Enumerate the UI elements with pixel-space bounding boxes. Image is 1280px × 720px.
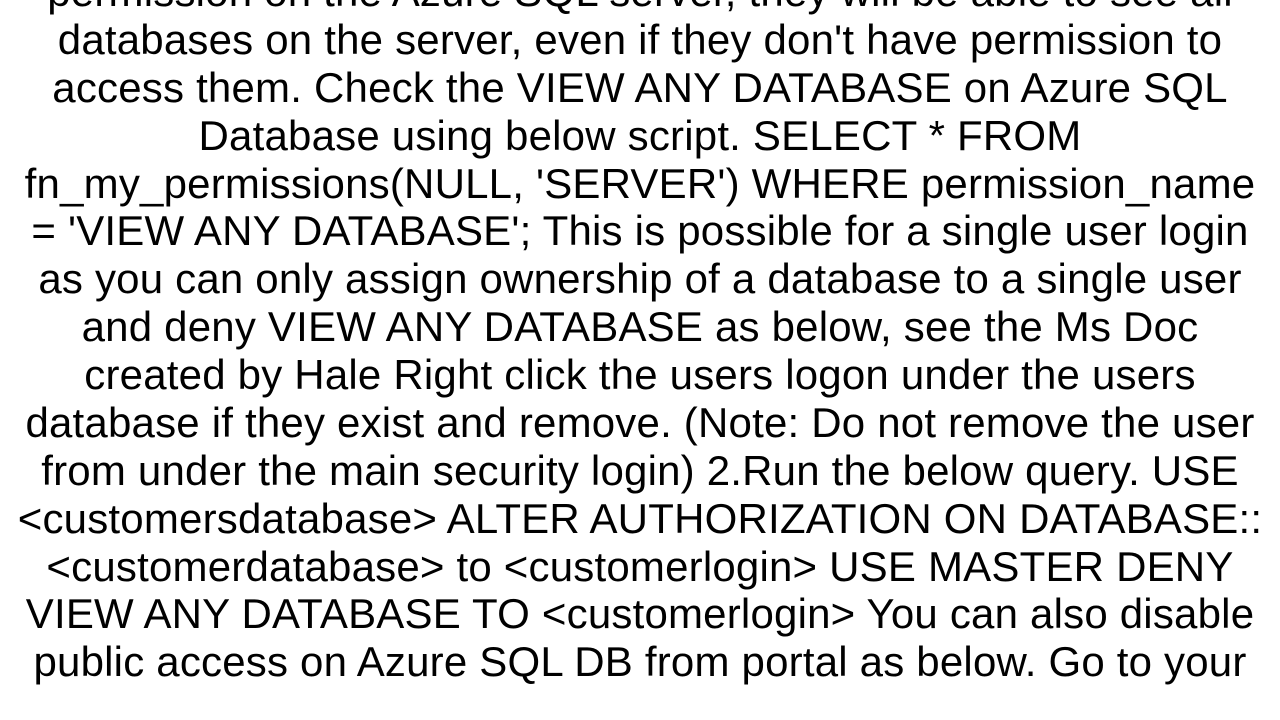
- document-body-text: permission on the Azure SQL server, they…: [8, 0, 1272, 686]
- document-page: permission on the Azure SQL server, they…: [0, 0, 1280, 720]
